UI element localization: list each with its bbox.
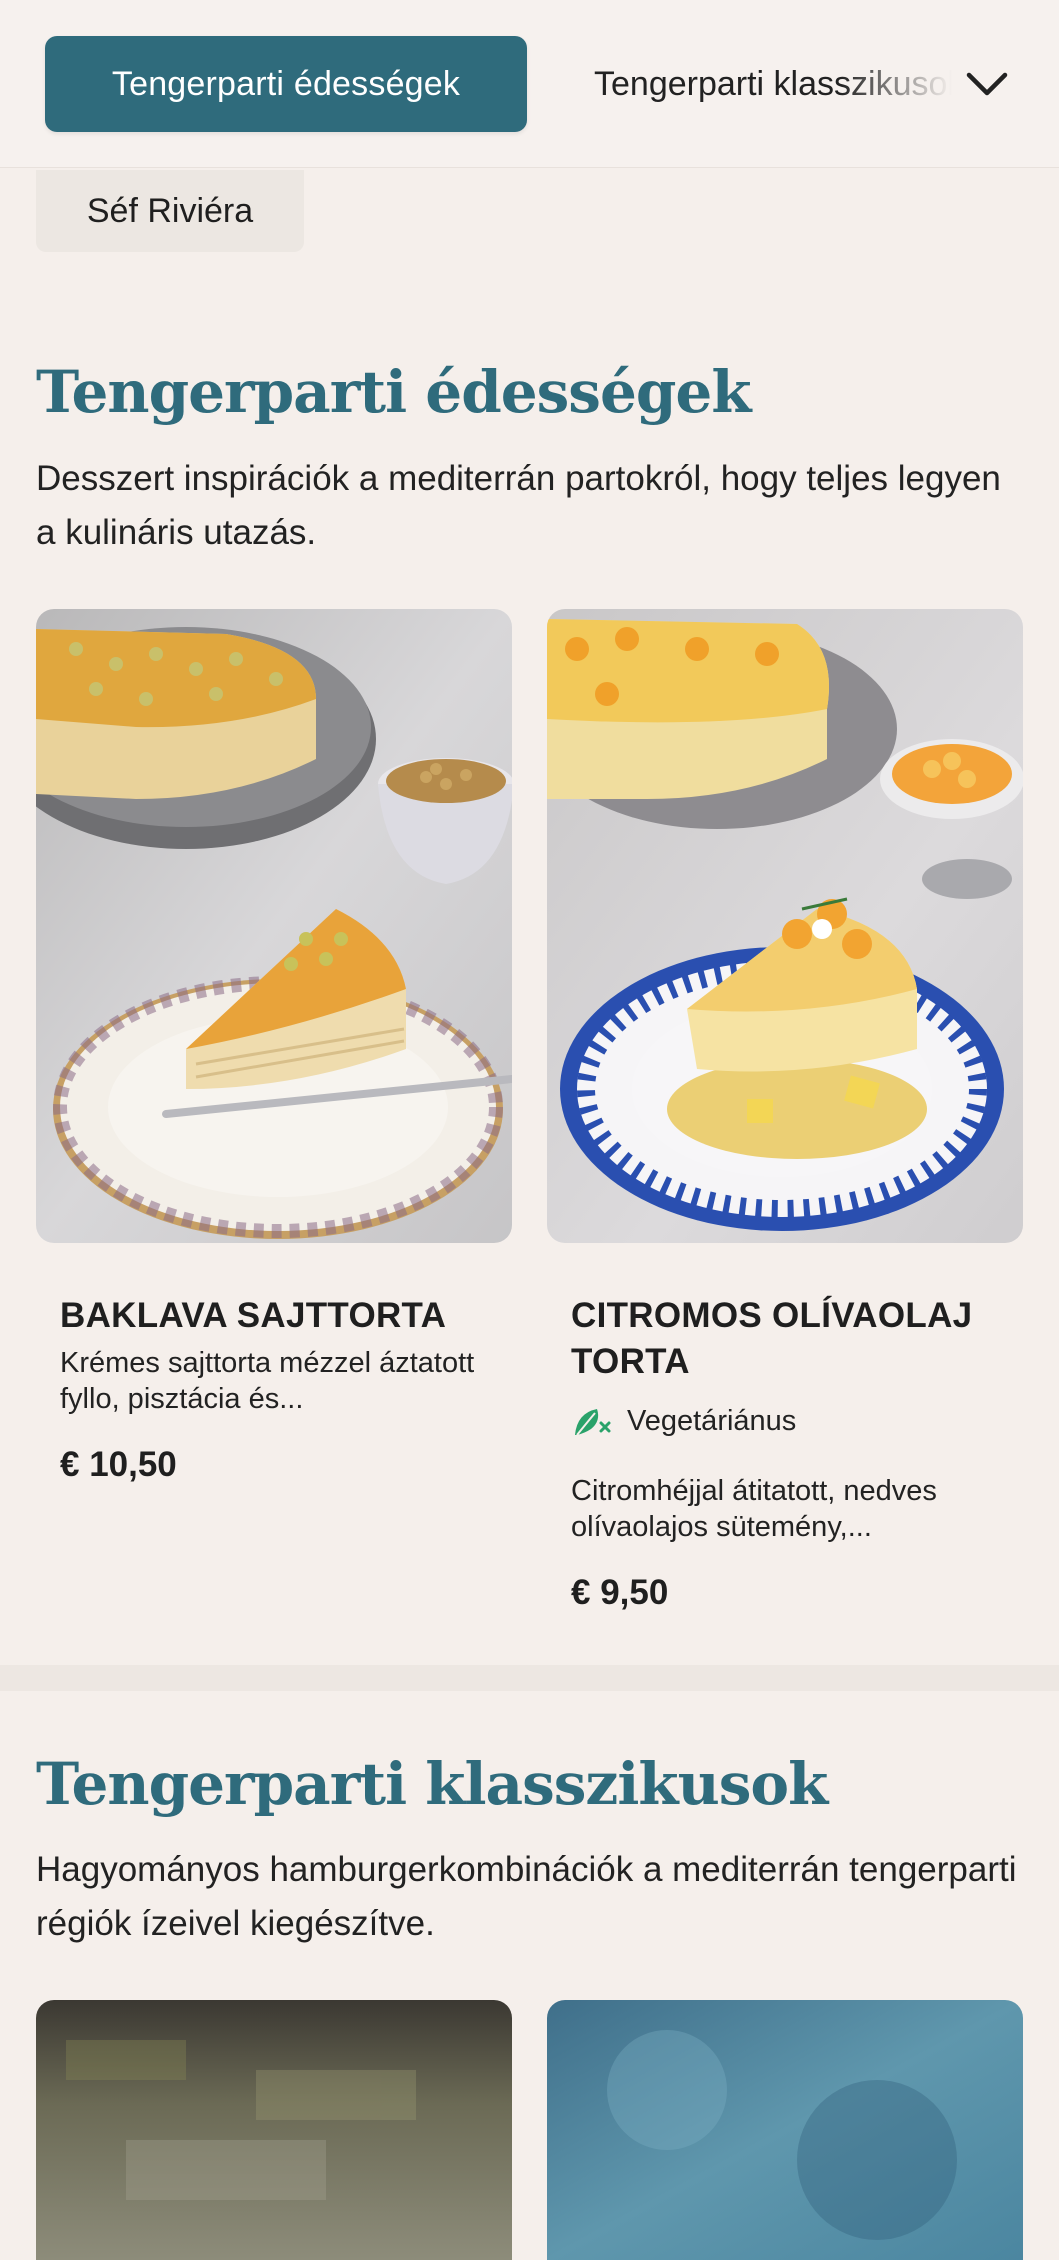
lemon-olive-oil-cake-photo <box>547 609 1023 1243</box>
tab-tengerparti-klasszikusok[interactable]: Tengerparti klasszikusok <box>594 36 974 132</box>
menu-item-name: BAKLAVA SAJTTORTA <box>60 1296 447 1335</box>
vegetarian-badge-label: Vegetáriánus <box>627 1404 797 1437</box>
menu-item-price: € 10,50 <box>60 1445 177 1484</box>
menu-item-name: CITROMOS OLÍVAOLAJ TORTA <box>571 1296 973 1381</box>
menu-item-description: Krémes sajttorta mézzel áztatott fyllo, … <box>60 1347 475 1415</box>
menu-item-card[interactable]: BAKLAVA SAJTTORTA Krémes sajttorta mézze… <box>36 609 512 1485</box>
loading-image-placeholder <box>547 2000 1023 2260</box>
section-title-desserts: Tengerparti édességek <box>36 358 752 426</box>
menu-item-card[interactable] <box>36 2000 512 2260</box>
vegetarian-badge: Vegetáriánus <box>571 1403 999 1439</box>
menu-item-card[interactable] <box>547 2000 1023 2260</box>
category-nav: Tengerparti édességek Tengerparti klassz… <box>0 0 1059 168</box>
section-title-classics: Tengerparti klasszikusok <box>36 1750 828 1818</box>
menu-item-card[interactable]: CITROMOS OLÍVAOLAJ TORTA Vegetáriánus Ci… <box>547 609 1023 1613</box>
chef-chip[interactable]: Séf Riviéra <box>36 170 304 252</box>
section-description-classics: Hagyományos hamburgerkombinációk a medit… <box>36 1850 1017 1943</box>
expand-categories-button[interactable] <box>955 52 1019 116</box>
loading-image-placeholder <box>36 2000 512 2260</box>
tab-tengerparti-edessegek[interactable]: Tengerparti édességek <box>45 36 527 132</box>
baklava-cheesecake-photo <box>36 609 512 1243</box>
chevron-down-icon <box>966 72 1008 96</box>
menu-item-description: Citromhéjjal átitatott, nedves olívaolaj… <box>571 1475 937 1543</box>
section-description-desserts: Desszert inspirációk a mediterrán partok… <box>36 459 1001 552</box>
section-divider <box>0 1665 1059 1691</box>
leaf-icon <box>575 1409 611 1436</box>
menu-item-price: € 9,50 <box>571 1573 669 1612</box>
